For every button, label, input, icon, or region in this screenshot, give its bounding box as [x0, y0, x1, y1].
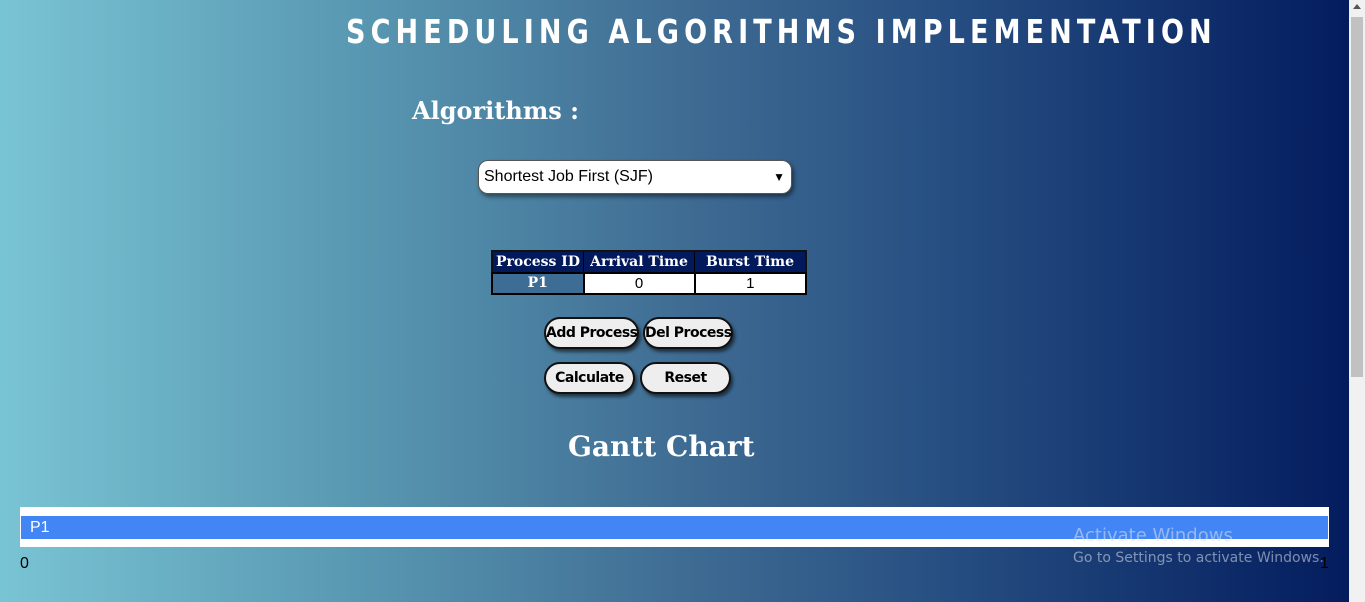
add-process-button[interactable]: Add Process [544, 317, 639, 349]
algorithm-select-value: Shortest Job First (SJF) [484, 168, 653, 185]
process-id-cell: P1 [491, 272, 585, 295]
table-row: P1 0 1 [491, 272, 807, 295]
gantt-chart-title: Gantt Chart [568, 430, 755, 463]
gantt-tick-start: 0 [20, 555, 29, 572]
process-table: Process ID Arrival Time Burst Time P1 0 … [491, 250, 807, 295]
reset-button[interactable]: Reset [640, 362, 731, 394]
del-process-button[interactable]: Del Process [643, 317, 733, 349]
calculate-button[interactable]: Calculate [544, 362, 635, 394]
scrollbar-thumb[interactable] [1351, 17, 1363, 377]
watermark-title: Activate Windows [1073, 525, 1233, 546]
burst-time-input[interactable]: 1 [693, 272, 807, 295]
algorithms-label: Algorithms : [412, 96, 579, 125]
arrival-time-input[interactable]: 0 [582, 272, 696, 295]
process-table-header: Process ID Arrival Time Burst Time [491, 250, 807, 274]
column-header-burst-time: Burst Time [694, 250, 807, 274]
column-header-arrival-time: Arrival Time [583, 250, 695, 274]
activate-windows-watermark: Activate Windows Go to Settings to activ… [1073, 525, 1324, 569]
watermark-subtitle: Go to Settings to activate Windows. [1073, 550, 1324, 566]
page-title: SCHEDULING ALGORITHMS IMPLEMENTATION [346, 12, 1217, 51]
column-header-process-id: Process ID [491, 250, 584, 274]
algorithm-select[interactable]: Shortest Job First (SJF) ▼ [478, 160, 792, 194]
chevron-down-icon: ▼ [773, 170, 785, 184]
vertical-scrollbar[interactable] [1349, 0, 1365, 602]
scroll-up-arrow-icon[interactable] [1353, 4, 1361, 9]
